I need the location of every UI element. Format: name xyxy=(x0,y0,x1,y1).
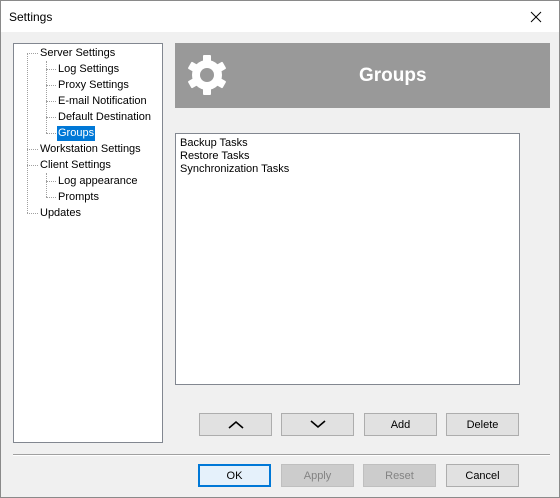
cancel-button[interactable]: Cancel xyxy=(446,464,519,487)
tree-item-groups[interactable]: Groups xyxy=(57,126,96,141)
settings-window: Settings Server Settings Log Settings Pr… xyxy=(0,0,560,498)
chevron-down-icon xyxy=(309,420,326,429)
tree-item-prompts[interactable]: Prompts xyxy=(57,190,100,205)
tree-item-server-settings[interactable]: Server Settings xyxy=(39,46,116,61)
tree-item-client-settings[interactable]: Client Settings xyxy=(39,158,112,173)
gear-icon xyxy=(188,55,226,95)
ok-button[interactable]: OK xyxy=(198,464,271,487)
list-item-backup-tasks[interactable]: Backup Tasks xyxy=(180,137,248,150)
tree-item-default-destination[interactable]: Default Destination xyxy=(57,110,152,125)
groups-list[interactable]: Backup Tasks Restore Tasks Synchronizati… xyxy=(175,133,520,385)
tree-item-updates[interactable]: Updates xyxy=(39,206,82,221)
delete-button[interactable]: Delete xyxy=(446,413,519,436)
move-up-button[interactable] xyxy=(199,413,272,436)
reset-button[interactable]: Reset xyxy=(363,464,436,487)
separator xyxy=(13,454,550,456)
tree-item-email-notification[interactable]: E-mail Notification xyxy=(57,94,148,109)
move-down-button[interactable] xyxy=(281,413,354,436)
page-title: Groups xyxy=(359,65,427,86)
list-item-synchronization-tasks[interactable]: Synchronization Tasks xyxy=(180,163,289,176)
section-header: Groups xyxy=(175,43,550,108)
add-button[interactable]: Add xyxy=(364,413,437,436)
tree-item-proxy-settings[interactable]: Proxy Settings xyxy=(57,78,130,93)
list-item-restore-tasks[interactable]: Restore Tasks xyxy=(180,150,250,163)
settings-tree[interactable]: Server Settings Log Settings Proxy Setti… xyxy=(13,43,163,443)
apply-button[interactable]: Apply xyxy=(281,464,354,487)
window-title: Settings xyxy=(9,10,53,24)
chevron-up-icon xyxy=(227,420,244,429)
tree-item-log-appearance[interactable]: Log appearance xyxy=(57,174,139,189)
tree-item-log-settings[interactable]: Log Settings xyxy=(57,62,120,77)
tree-item-workstation-settings[interactable]: Workstation Settings xyxy=(39,142,142,157)
close-icon xyxy=(530,11,542,22)
close-button[interactable] xyxy=(513,1,559,32)
title-bar: Settings xyxy=(1,1,559,32)
